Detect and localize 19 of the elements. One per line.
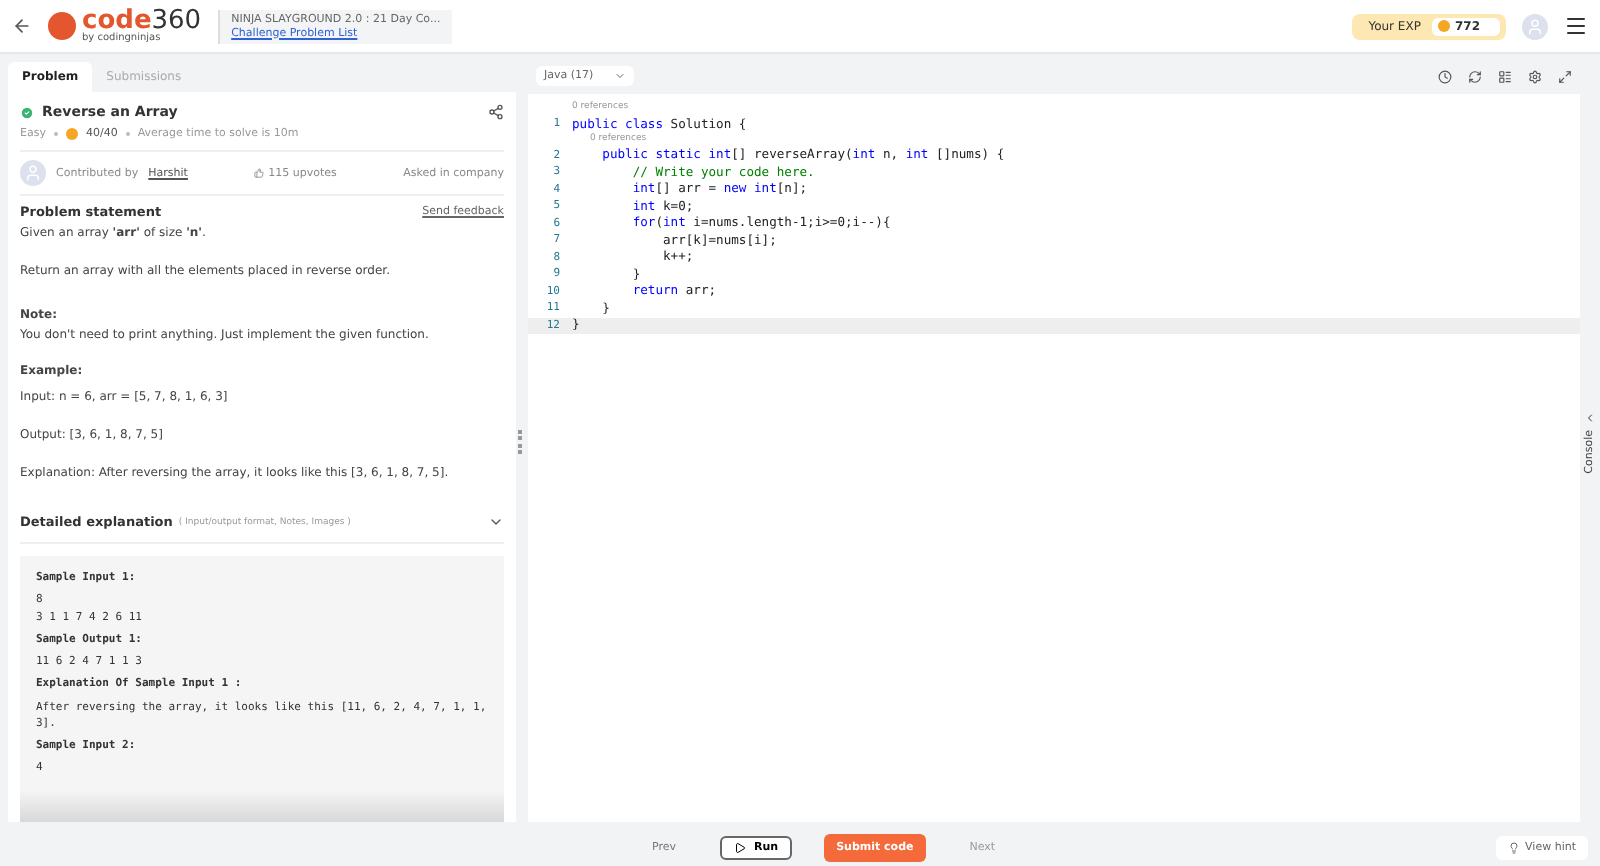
brand-name: code360 (82, 8, 202, 34)
lightbulb-icon (1507, 842, 1520, 854)
share-icon[interactable] (488, 104, 504, 120)
clock-icon[interactable] (1438, 69, 1452, 83)
fullscreen-icon[interactable] (1558, 69, 1572, 83)
coin-icon (1438, 20, 1451, 32)
thumbs-up-icon (254, 168, 265, 178)
coin-icon (65, 128, 78, 140)
settings-icon[interactable] (1528, 69, 1542, 83)
chevron-down-icon[interactable] (488, 514, 504, 530)
refresh-icon[interactable] (1468, 69, 1482, 83)
back-icon[interactable] (12, 16, 32, 36)
chevron-down-icon (613, 70, 626, 82)
collapse-icon[interactable] (1584, 411, 1596, 424)
contributor-avatar (20, 160, 46, 186)
menu-icon[interactable] (1564, 14, 1588, 38)
list-icon[interactable] (1498, 69, 1512, 83)
logo-icon (48, 12, 76, 40)
play-icon (734, 842, 746, 854)
